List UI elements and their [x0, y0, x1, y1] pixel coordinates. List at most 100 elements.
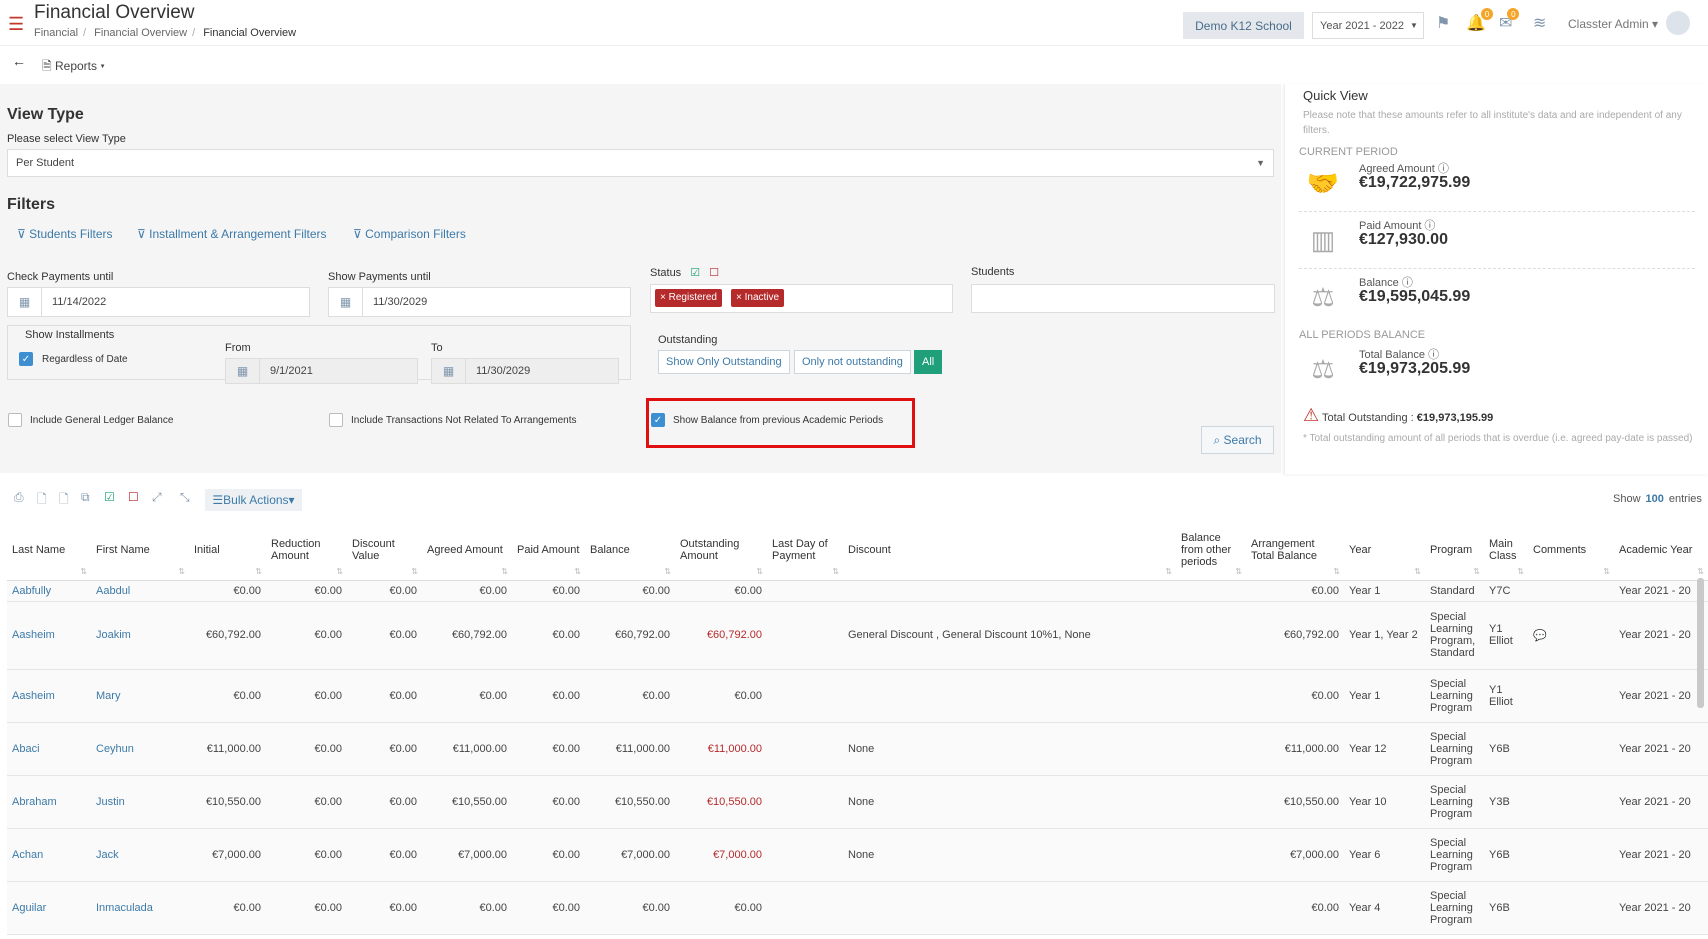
- column-header-year[interactable]: Year ⇅: [1344, 520, 1425, 581]
- column-header-academic-year[interactable]: Academic Year ⇅: [1614, 520, 1708, 581]
- sort-icon[interactable]: ⇅: [80, 567, 87, 576]
- sort-icon[interactable]: ⇅: [178, 567, 185, 576]
- sort-icon[interactable]: ⇅: [411, 567, 418, 576]
- regardless-checkbox[interactable]: ✓: [19, 352, 33, 366]
- gl-balance-checkbox[interactable]: [8, 413, 22, 427]
- deselect-all-icon[interactable]: ☐: [128, 490, 139, 504]
- back-arrow-icon[interactable]: ←: [12, 53, 26, 69]
- sort-icon[interactable]: ⇅: [1603, 567, 1610, 576]
- year-select[interactable]: Year 2021 - 2022 ▼: [1312, 12, 1424, 39]
- table-row[interactable]: Abraham Justin €10,550.00 €0.00 €0.00 €10,550…: [7, 775, 1708, 829]
- sort-icon[interactable]: ⇅: [664, 567, 671, 576]
- table-row[interactable]: Aasheim Joakim €60,792.00 €0.00 €0.00 €60,792…: [7, 601, 1708, 670]
- column-header-comments[interactable]: Comments ⇅: [1528, 520, 1614, 581]
- sort-icon[interactable]: ⇅: [1517, 567, 1524, 576]
- not-related-checkbox[interactable]: [329, 413, 343, 427]
- print-icon[interactable]: ⎙: [14, 490, 24, 505]
- sort-icon[interactable]: ⇅: [1165, 567, 1172, 576]
- flag-icon[interactable]: ⚑: [1436, 13, 1450, 33]
- copy-icon[interactable]: ⧉: [81, 490, 90, 505]
- mail-icon[interactable]: ✉ 0: [1499, 8, 1520, 33]
- show-payments-input[interactable]: ▦ 11/30/2029: [328, 287, 631, 317]
- sort-icon[interactable]: ⇅: [336, 567, 343, 576]
- check-payments-input[interactable]: ▦ 11/14/2022: [7, 287, 310, 317]
- page-length-select[interactable]: 100: [1646, 493, 1664, 505]
- column-header-outstanding-amount[interactable]: Outstanding Amount ⇅: [675, 520, 767, 581]
- students-input[interactable]: [971, 284, 1275, 313]
- view-type-select[interactable]: Per Student ▼: [7, 149, 1274, 177]
- students-filters-link[interactable]: ⊽ Students Filters: [17, 227, 113, 241]
- school-button[interactable]: Demo K12 School: [1183, 12, 1304, 39]
- cell-comments[interactable]: [1528, 828, 1614, 882]
- calendar-icon[interactable]: ▦: [226, 359, 260, 383]
- pdf-icon[interactable]: 🗋: [37, 490, 47, 511]
- menu-icon[interactable]: ☰: [8, 14, 24, 35]
- column-header-balance-other-periods[interactable]: Balance from other periods ⇅: [1176, 520, 1246, 581]
- column-header-discount[interactable]: Discount ⇅: [843, 520, 1176, 581]
- cell-last-name[interactable]: Aasheim: [7, 601, 91, 670]
- cell-comments[interactable]: [1528, 669, 1614, 723]
- cell-comments[interactable]: 💬: [1528, 601, 1614, 670]
- collapse-icon[interactable]: ⤡: [180, 490, 190, 505]
- not-outstanding-option[interactable]: Only not outstanding: [794, 350, 911, 374]
- column-header-agreed-amount[interactable]: Agreed Amount ⇅: [422, 520, 512, 581]
- layers-icon[interactable]: ≋: [1533, 13, 1546, 33]
- calendar-icon[interactable]: ▦: [432, 359, 466, 383]
- cell-comments[interactable]: [1528, 881, 1614, 935]
- sort-icon[interactable]: ⇅: [255, 567, 262, 576]
- sort-icon[interactable]: ⇅: [756, 567, 763, 576]
- cell-first-name[interactable]: Aabdul: [91, 580, 189, 602]
- sort-icon[interactable]: ⇅: [1414, 567, 1421, 576]
- cell-last-name[interactable]: Aabfully: [7, 580, 91, 602]
- cell-last-name[interactable]: Aasheim: [7, 669, 91, 723]
- all-option[interactable]: All: [914, 350, 943, 374]
- sort-icon[interactable]: ⇅: [1697, 567, 1704, 576]
- breadcrumb-item[interactable]: Financial Overview: [94, 27, 187, 39]
- cell-last-name[interactable]: Aguilar: [7, 881, 91, 935]
- table-row[interactable]: Achan Jack €7,000.00 €0.00 €0.00 €7,000.00 €0.…: [7, 828, 1708, 882]
- sort-icon[interactable]: ⇅: [574, 567, 581, 576]
- column-header-last-name[interactable]: Last Name ⇅: [7, 520, 91, 581]
- cell-first-name[interactable]: Ceyhun: [91, 722, 189, 776]
- cell-last-name[interactable]: Achan: [7, 828, 91, 882]
- status-multiselect[interactable]: × Registered × Inactive: [650, 284, 953, 313]
- sort-icon[interactable]: ⇅: [1473, 567, 1480, 576]
- column-header-main-class[interactable]: Main Class ⇅: [1484, 520, 1528, 581]
- select-all-icon[interactable]: ☑: [104, 490, 115, 504]
- table-row[interactable]: Abaci Ceyhun €11,000.00 €0.00 €0.00 €11,000.0…: [7, 722, 1708, 776]
- column-header-discount-value[interactable]: Discount Value ⇅: [347, 520, 422, 581]
- table-scrollbar[interactable]: [1697, 578, 1704, 708]
- sort-icon[interactable]: ⇅: [501, 567, 508, 576]
- outstanding-only-option[interactable]: Show Only Outstanding: [658, 350, 790, 374]
- column-header-arrangement-total-balance[interactable]: Arrangement Total Balance ⇅: [1246, 520, 1344, 581]
- column-header-paid-amount[interactable]: Paid Amount ⇅: [512, 520, 585, 581]
- cell-comments[interactable]: [1528, 775, 1614, 829]
- cell-comments[interactable]: [1528, 580, 1614, 602]
- cell-first-name[interactable]: Inmaculada: [91, 881, 189, 935]
- from-input[interactable]: ▦ 9/1/2021: [225, 358, 418, 384]
- column-header-first-name[interactable]: First Name ⇅: [91, 520, 189, 581]
- cell-last-name[interactable]: Abraham: [7, 775, 91, 829]
- installment-filters-link[interactable]: ⊽ Installment & Arrangement Filters: [137, 227, 327, 241]
- sort-icon[interactable]: ⇅: [832, 567, 839, 576]
- excel-icon[interactable]: 🗋: [59, 490, 69, 511]
- column-header-last-day-of-payment[interactable]: Last Day of Payment ⇅: [767, 520, 843, 581]
- search-button[interactable]: ⌕ Search: [1201, 426, 1274, 454]
- status-tag-registered[interactable]: × Registered: [655, 289, 722, 307]
- column-header-balance[interactable]: Balance ⇅: [585, 520, 675, 581]
- expand-icon[interactable]: ⤢: [152, 490, 162, 505]
- cell-first-name[interactable]: Joakim: [91, 601, 189, 670]
- cell-comments[interactable]: [1528, 722, 1614, 776]
- calendar-icon[interactable]: ▦: [329, 288, 363, 316]
- to-input[interactable]: ▦ 11/30/2029: [431, 358, 619, 384]
- column-header-program[interactable]: Program ⇅: [1425, 520, 1484, 581]
- avatar[interactable]: [1666, 11, 1690, 35]
- comparison-filters-link[interactable]: ⊽ Comparison Filters: [353, 227, 466, 241]
- breadcrumb-item[interactable]: Financial: [34, 27, 78, 39]
- status-tag-inactive[interactable]: × Inactive: [731, 289, 785, 307]
- calendar-icon[interactable]: ▦: [8, 288, 42, 316]
- table-row[interactable]: Aasheim Mary €0.00 €0.00 €0.00 €0.00 €0.00 €0.0…: [7, 669, 1708, 723]
- table-row[interactable]: Aabfully Aabdul €0.00 €0.00 €0.00 €0.00 €0.00 €…: [7, 580, 1708, 602]
- bulk-actions-button[interactable]: ☰ Bulk Actions ▾: [205, 489, 302, 511]
- cell-first-name[interactable]: Mary: [91, 669, 189, 723]
